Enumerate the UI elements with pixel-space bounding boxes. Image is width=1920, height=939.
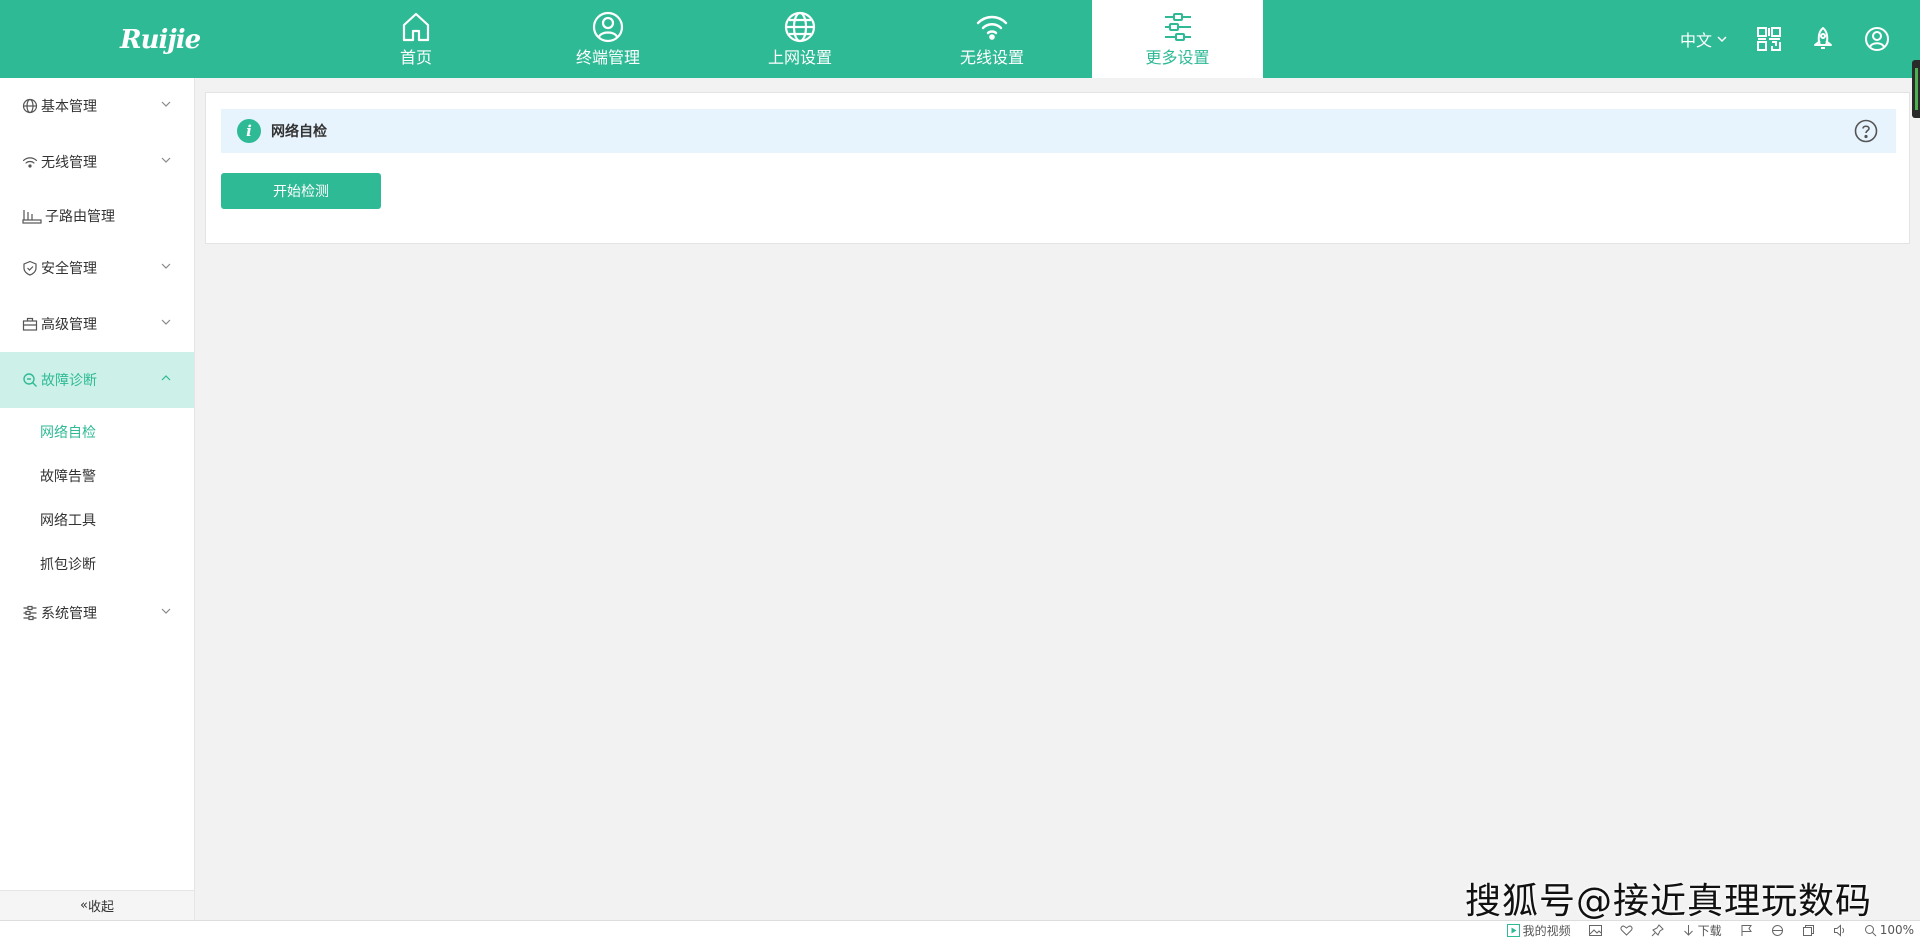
nav-label: 更多设置 bbox=[1145, 48, 1210, 67]
home-icon bbox=[402, 12, 430, 42]
chevron-down-icon bbox=[161, 263, 171, 269]
language-label: 中文 bbox=[1679, 31, 1712, 50]
download-icon bbox=[1683, 924, 1693, 936]
account-icon[interactable] bbox=[1864, 26, 1890, 52]
sidebar-item-sub-router[interactable]: 子路由管理 bbox=[0, 188, 194, 244]
rocket-icon[interactable] bbox=[1810, 26, 1836, 52]
heart-icon[interactable] bbox=[1620, 924, 1633, 937]
pin-icon[interactable] bbox=[1651, 923, 1664, 937]
help-icon[interactable] bbox=[1854, 119, 1878, 143]
window-icon[interactable] bbox=[1802, 924, 1815, 937]
nav-item-terminals[interactable]: 终端管理 bbox=[512, 0, 704, 78]
page-title: 网络自检 bbox=[271, 124, 327, 140]
sliders-icon bbox=[1164, 13, 1191, 41]
qr-code-icon[interactable] bbox=[1756, 26, 1782, 52]
zoom-control[interactable]: 100% bbox=[1864, 923, 1914, 937]
image-icon[interactable] bbox=[1588, 924, 1602, 937]
sidebar-item-label: 安全管理 bbox=[41, 261, 97, 277]
sidebar-item-label: 系统管理 bbox=[41, 606, 97, 622]
network-check-panel: i 网络自检 开始检测 bbox=[205, 92, 1910, 244]
wifi-icon bbox=[976, 15, 1008, 40]
sidebar-subitem-network-tools[interactable]: 网络工具 bbox=[40, 510, 96, 530]
top-header: Ruijie 首页 终端管理 上网设置 无线设置 更多设置 中文 bbox=[0, 0, 1920, 78]
sidebar-item-system[interactable]: 系统管理 bbox=[0, 585, 194, 641]
toolbox-icon bbox=[22, 317, 38, 331]
info-bar: i 网络自检 bbox=[221, 109, 1896, 153]
sidebar-item-wireless[interactable]: 无线管理 bbox=[0, 134, 194, 190]
chevron-down-icon bbox=[161, 101, 171, 107]
sidebar-item-label: 高级管理 bbox=[41, 317, 97, 333]
search-icon bbox=[23, 373, 37, 387]
sidebar-item-label: 故障诊断 bbox=[41, 373, 97, 389]
sliders-icon bbox=[23, 605, 37, 621]
sidebar-item-advanced[interactable]: 高级管理 bbox=[0, 296, 194, 352]
chevron-down-icon bbox=[1717, 36, 1727, 43]
zoom-icon bbox=[1864, 924, 1877, 936]
nav-label: 首页 bbox=[399, 48, 432, 67]
sidebar-subitem-network-check[interactable]: 网络自检 bbox=[40, 422, 96, 442]
ie-icon[interactable] bbox=[1771, 924, 1784, 937]
globe-icon bbox=[22, 98, 38, 114]
chevron-up-icon bbox=[161, 375, 171, 381]
user-circle-icon bbox=[592, 11, 624, 43]
watermark: 搜狐号@接近真理玩数码 bbox=[1464, 881, 1872, 922]
nav-item-more-settings[interactable]: 更多设置 bbox=[1092, 0, 1263, 78]
ruijie-logo[interactable]: Ruijie bbox=[120, 24, 204, 56]
sidebar: 基本管理 无线管理 子路由管理 安全管理 高级管理 故障诊断 网络自检 故障告警… bbox=[0, 78, 195, 920]
download-button[interactable]: 下载 bbox=[1682, 922, 1722, 939]
sidebar-item-basic[interactable]: 基本管理 bbox=[0, 78, 194, 134]
download-label: 下载 bbox=[1697, 923, 1722, 938]
speaker-icon[interactable] bbox=[1833, 923, 1846, 937]
side-handle[interactable] bbox=[1912, 60, 1920, 118]
collapse-label: 收起 bbox=[87, 900, 114, 915]
shield-icon bbox=[23, 260, 37, 276]
wifi-icon bbox=[22, 157, 38, 168]
start-check-button[interactable]: 开始检测 bbox=[221, 173, 381, 209]
nav-label: 无线设置 bbox=[959, 48, 1024, 67]
play-icon bbox=[1506, 923, 1520, 937]
sidebar-item-security[interactable]: 安全管理 bbox=[0, 240, 194, 296]
double-chevron-left-icon: « bbox=[80, 898, 88, 913]
sidebar-item-diagnostics[interactable]: 故障诊断 bbox=[0, 352, 194, 408]
chevron-down-icon bbox=[161, 319, 171, 325]
chevron-down-icon bbox=[161, 157, 171, 163]
globe-icon bbox=[784, 11, 816, 43]
zoom-level: 100% bbox=[1879, 923, 1914, 937]
router-icon bbox=[22, 210, 42, 224]
main-nav: 首页 终端管理 上网设置 无线设置 更多设置 bbox=[320, 0, 1263, 78]
sidebar-collapse-button[interactable]: « 收起 bbox=[0, 890, 194, 920]
info-icon: i bbox=[237, 119, 261, 143]
flag-icon[interactable] bbox=[1740, 924, 1753, 937]
nav-label: 上网设置 bbox=[767, 48, 832, 67]
top-right-tools: 中文 bbox=[1680, 0, 1890, 78]
sidebar-item-label: 子路由管理 bbox=[45, 209, 115, 225]
chevron-down-icon bbox=[161, 608, 171, 614]
my-video-label: 我的视频 bbox=[1522, 923, 1571, 938]
nav-item-home[interactable]: 首页 bbox=[320, 0, 512, 78]
sidebar-subitem-fault-alarm[interactable]: 故障告警 bbox=[40, 466, 96, 486]
my-video-button[interactable]: 我的视频 bbox=[1506, 922, 1571, 939]
nav-item-wireless[interactable]: 无线设置 bbox=[896, 0, 1088, 78]
nav-label: 终端管理 bbox=[575, 48, 640, 67]
browser-status-bar: 我的视频 下载 100% bbox=[0, 920, 1920, 939]
language-selector[interactable]: 中文 bbox=[1680, 27, 1728, 51]
nav-item-internet[interactable]: 上网设置 bbox=[704, 0, 896, 78]
sidebar-subitem-packet-capture[interactable]: 抓包诊断 bbox=[40, 554, 96, 574]
sidebar-item-label: 基本管理 bbox=[41, 99, 97, 115]
sidebar-item-label: 无线管理 bbox=[41, 155, 97, 171]
